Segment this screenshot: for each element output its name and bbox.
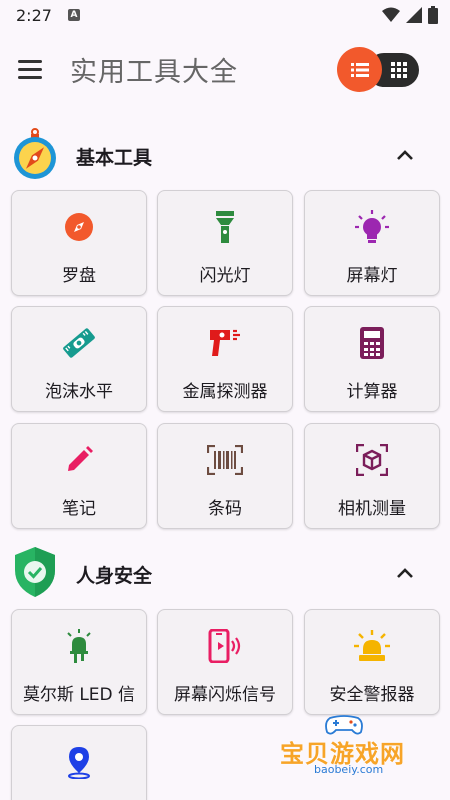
tool-tile-compass[interactable]: 罗盘: [11, 190, 147, 296]
tool-tile-location[interactable]: [11, 725, 147, 800]
tool-tile-barcode[interactable]: 条码: [157, 423, 293, 529]
tool-label: 安全警报器: [329, 685, 415, 705]
list-view-button[interactable]: [337, 47, 382, 92]
tool-tile-calculator[interactable]: 计算器: [304, 306, 440, 412]
tool-tile-notes[interactable]: 笔记: [11, 423, 147, 529]
tool-tile-morse-led[interactable]: 莫尔斯 LED 信: [11, 609, 147, 715]
tool-label: 罗盘: [62, 266, 96, 286]
collapse-button[interactable]: [392, 560, 418, 586]
led-signal-icon: [67, 629, 91, 663]
wifi-icon: [382, 7, 400, 22]
level-icon: [63, 328, 95, 358]
app-title: 实用工具大全: [70, 57, 238, 88]
shield-check-icon: [15, 547, 55, 597]
tool-label: 金属探测器: [182, 382, 268, 402]
section-title: 人身安全: [76, 565, 153, 587]
tool-label: 笔记: [62, 499, 96, 519]
signal-icon: [406, 7, 422, 23]
section-header-personal-safety[interactable]: 人身安全: [0, 546, 450, 602]
watermark: 宝贝游戏网 baobeiy.com: [276, 712, 424, 792]
tool-label: 闪光灯: [199, 266, 251, 286]
status-time: 2:27: [16, 5, 52, 25]
barcode-icon: [207, 445, 243, 475]
section-header-basic-tools[interactable]: 基本工具: [0, 128, 450, 184]
tool-tile-metal-detector[interactable]: 金属探测器: [157, 306, 293, 412]
battery-icon: [428, 6, 438, 24]
metal-detector-icon: [210, 329, 240, 356]
view-toggle[interactable]: [337, 47, 421, 92]
camera-measure-icon: [356, 444, 388, 476]
calculator-icon: [360, 327, 384, 359]
tool-tile-camera-measure[interactable]: 相机测量: [304, 423, 440, 529]
grid-view-button[interactable]: [389, 60, 409, 80]
hamburger-menu-icon[interactable]: [18, 52, 52, 86]
tool-label: 泡沫水平: [45, 382, 113, 402]
section-title: 基本工具: [76, 147, 153, 169]
tool-label: 计算器: [346, 382, 398, 402]
compass-icon: [14, 128, 56, 179]
tool-label: 相机测量: [338, 499, 406, 519]
tool-label: 屏幕闪烁信号: [174, 685, 276, 705]
list-icon: [350, 62, 369, 77]
watermark-url: baobeiy.com: [314, 763, 384, 776]
grid-icon: [391, 62, 407, 78]
lightbulb-icon: [355, 210, 389, 243]
alarm-light-icon: [354, 630, 390, 661]
location-pin-icon: [68, 747, 90, 779]
tool-tile-screen-flash-signal[interactable]: 屏幕闪烁信号: [157, 609, 293, 715]
tool-tile-screen-light[interactable]: 屏幕灯: [304, 190, 440, 296]
tool-tile-safety-alarm[interactable]: 安全警报器: [304, 609, 440, 715]
tool-tile-flashlight[interactable]: 闪光灯: [157, 190, 293, 296]
compass-icon: [65, 213, 93, 241]
chevron-up-icon: [397, 150, 413, 160]
app-bar: 实用工具大全: [0, 30, 450, 110]
gamepad-icon: [325, 715, 363, 735]
flashlight-icon: [216, 211, 234, 243]
tool-label: 莫尔斯 LED 信: [22, 685, 136, 705]
collapse-button[interactable]: [392, 142, 418, 168]
tool-label: 屏幕灯: [346, 266, 398, 286]
phone-signal-icon: [208, 629, 241, 663]
pencil-icon: [68, 446, 93, 471]
tool-tile-bubble-level[interactable]: 泡沫水平: [11, 306, 147, 412]
notification-icon: A: [67, 9, 80, 21]
tool-label: 条码: [208, 499, 242, 519]
chevron-up-icon: [397, 568, 413, 578]
status-bar: 2:27 A: [0, 0, 450, 30]
